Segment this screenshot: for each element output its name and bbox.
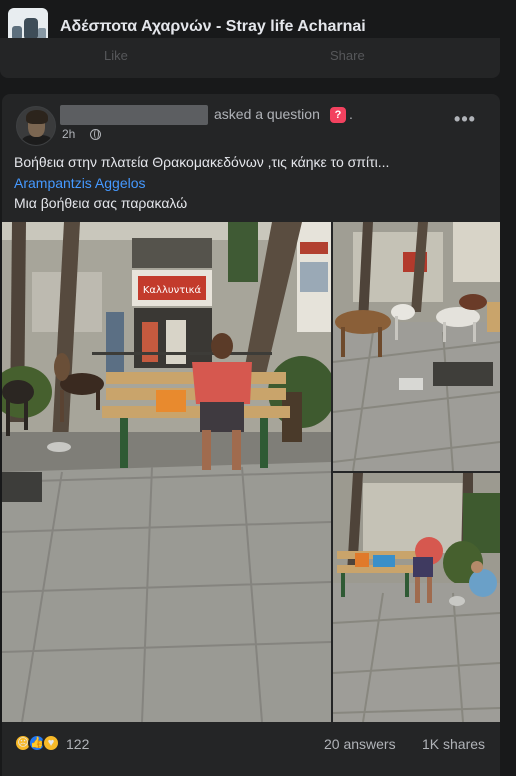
photo-3-image: [333, 473, 500, 722]
reaction-count[interactable]: 122: [66, 736, 89, 752]
photo-1-image: Καλλυντικά: [2, 222, 331, 722]
author-name-redacted[interactable]: [60, 105, 208, 125]
prev-share-button[interactable]: Share: [330, 48, 365, 63]
post-text-line-1: Βοήθεια στην πλατεία Θρακομακεδόνων ,τις…: [14, 154, 390, 170]
post-photo-1[interactable]: Καλλυντικά: [2, 222, 331, 722]
shares-count[interactable]: 1K shares: [422, 736, 485, 752]
answers-count[interactable]: 20 answers: [324, 736, 396, 752]
photo-2-image: [333, 222, 500, 471]
more-options-button[interactable]: •••: [450, 110, 480, 132]
post-photo-2[interactable]: [333, 222, 500, 471]
post-photo-3[interactable]: [333, 473, 500, 722]
group-title[interactable]: Αδέσποτα Αχαρνών - Stray life Acharnai: [60, 18, 366, 36]
globe-icon: [90, 129, 101, 140]
prev-like-button[interactable]: Like: [104, 48, 128, 63]
shop-sign-text: Καλλυντικά: [143, 284, 202, 296]
question-icon: ?: [330, 107, 346, 123]
post-timestamp[interactable]: 2h: [62, 127, 75, 141]
post-text-line-3: Μια βοήθεια σας παρακαλώ: [14, 195, 188, 211]
author-avatar[interactable]: [16, 106, 56, 146]
mention-link[interactable]: Arampantzis Aggelos: [14, 175, 146, 191]
post-footer: ☹ 👍 ♥ 122 20 answers 1K shares: [2, 724, 500, 764]
previous-post-actions: Like Share: [0, 38, 500, 78]
care-reaction-icon[interactable]: ♥: [42, 734, 60, 752]
post-action-text: asked a question: [214, 106, 320, 122]
question-post: asked a question ? . 2h ••• Βοήθεια στην…: [2, 94, 500, 776]
post-action-suffix: .: [349, 106, 353, 122]
